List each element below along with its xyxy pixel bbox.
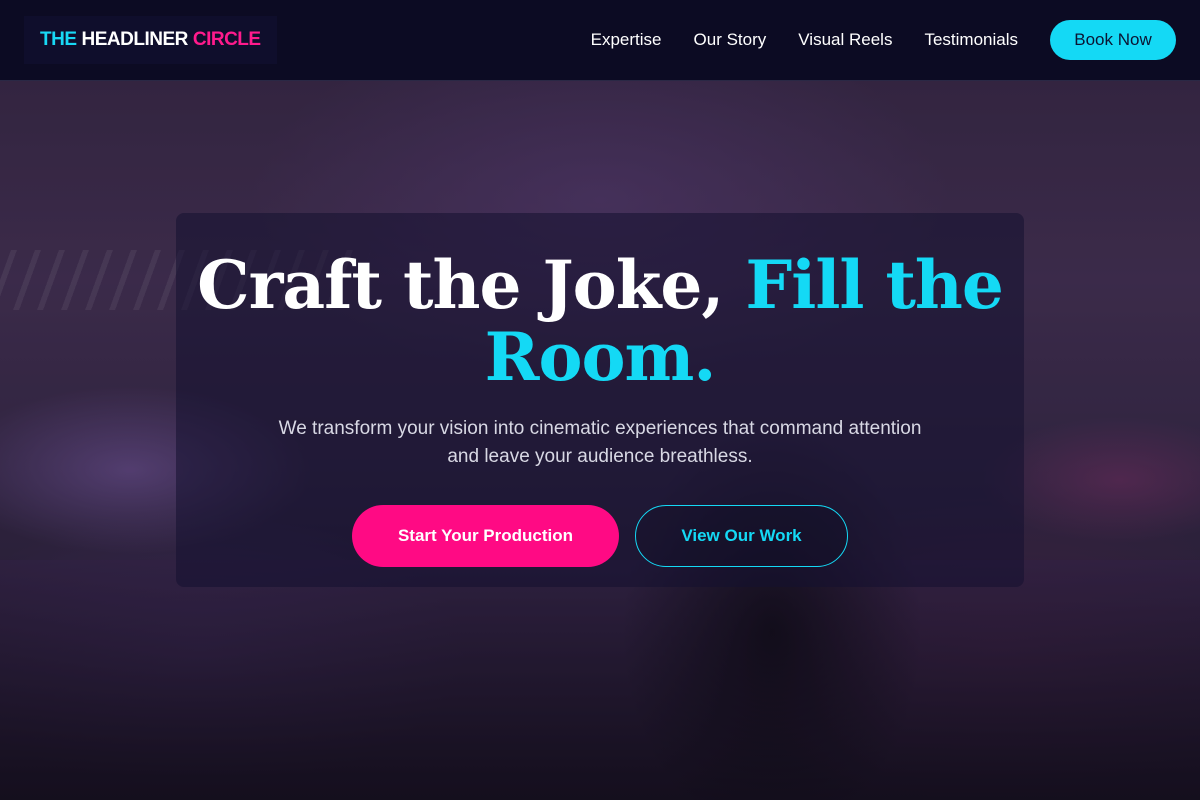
brand-logo[interactable]: THE HEADLINER CIRCLE bbox=[24, 16, 277, 64]
nav-link-testimonials[interactable]: Testimonials bbox=[924, 30, 1018, 50]
site-header: THE HEADLINER CIRCLE Expertise Our Story… bbox=[0, 0, 1200, 81]
book-now-button[interactable]: Book Now bbox=[1050, 20, 1176, 60]
hero-card: Craft the Joke, Fill the Room. We transf… bbox=[176, 213, 1024, 587]
start-production-button[interactable]: Start Your Production bbox=[352, 505, 619, 567]
nav-link-our-story[interactable]: Our Story bbox=[694, 30, 767, 50]
brand-part-2: HEADLINER bbox=[81, 29, 189, 50]
hero-cta-row: Start Your Production View Our Work bbox=[176, 505, 1024, 567]
hero-subtitle: We transform your vision into cinematic … bbox=[278, 418, 922, 467]
main-nav: Expertise Our Story Visual Reels Testimo… bbox=[591, 20, 1176, 60]
nav-link-visual-reels[interactable]: Visual Reels bbox=[798, 30, 892, 50]
nav-link-expertise[interactable]: Expertise bbox=[591, 30, 662, 50]
brand-part-3: CIRCLE bbox=[192, 29, 261, 50]
hero-title-plain: Craft the Joke, bbox=[197, 246, 724, 324]
brand-part-1: THE bbox=[40, 29, 77, 50]
hero-title: Craft the Joke, Fill the Room. bbox=[176, 249, 1024, 393]
view-work-button[interactable]: View Our Work bbox=[635, 505, 848, 567]
